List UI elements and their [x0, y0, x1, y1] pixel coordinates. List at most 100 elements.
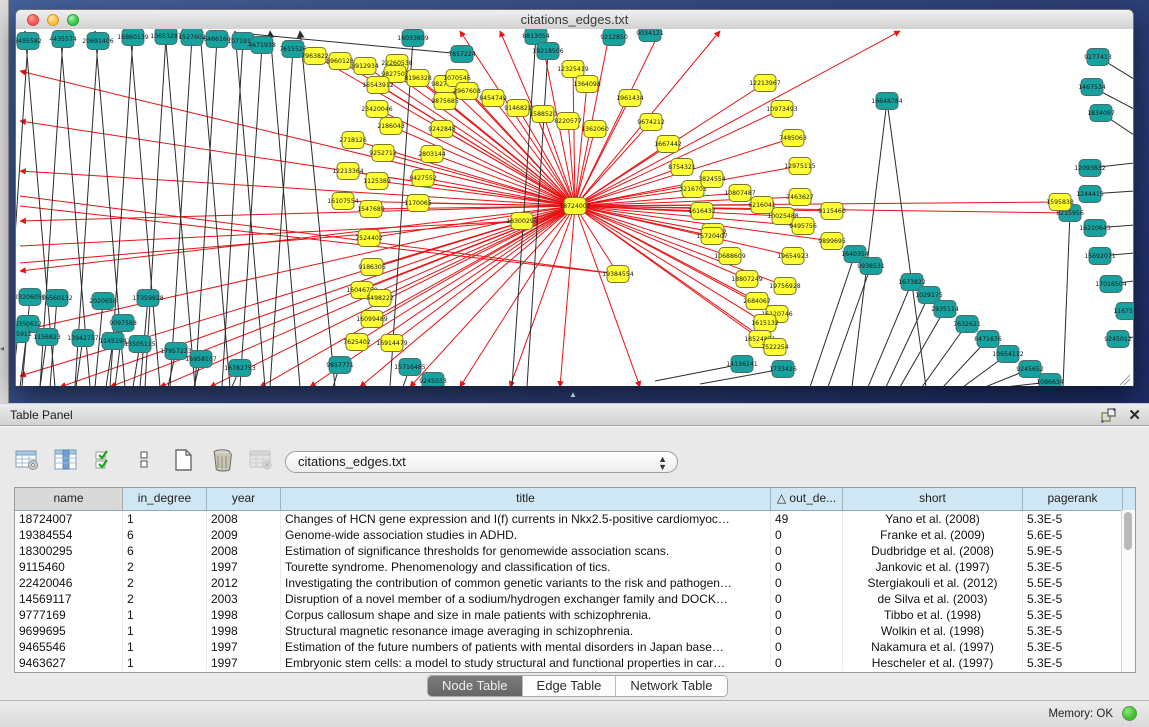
table-cell[interactable]: Structural magnetic resonance image aver…: [281, 623, 771, 639]
tab-edge-table[interactable]: Edge Table: [523, 676, 617, 696]
table-row[interactable]: 1830029562008Estimation of significance …: [15, 543, 1135, 559]
graph-node[interactable]: 9857771: [326, 357, 354, 374]
table-cell[interactable]: 5.3E-5: [1023, 639, 1123, 655]
close-panel-icon[interactable]: ✕: [1128, 406, 1141, 424]
graph-node[interactable]: 9115460: [818, 203, 846, 220]
import-table-icon[interactable]: [248, 447, 274, 473]
float-window-icon[interactable]: [1101, 408, 1117, 423]
graph-node[interactable]: 5498222: [366, 290, 394, 307]
table-row[interactable]: 946554611997Estimation of the future num…: [15, 639, 1135, 655]
graph-node[interactable]: 7485063: [779, 130, 807, 147]
graph-node[interactable]: 14136141: [726, 356, 758, 373]
scrollbar-thumb[interactable]: [1124, 512, 1132, 550]
graph-node[interactable]: 12093832: [1074, 160, 1106, 177]
table-cell[interactable]: 5.3E-5: [1023, 511, 1123, 527]
graph-node[interactable]: 1125389: [363, 173, 391, 190]
table-cell[interactable]: 1: [123, 623, 207, 639]
graph-node[interactable]: 16782753: [224, 360, 256, 377]
table-cell[interactable]: 5.3E-5: [1023, 607, 1123, 623]
graph-node[interactable]: 2186043: [377, 118, 405, 135]
table-cell[interactable]: 5.3E-5: [1023, 655, 1123, 671]
column-header-short[interactable]: short: [843, 488, 1023, 510]
table-cell[interactable]: 1997: [207, 559, 281, 575]
table-cell[interactable]: Disruption of a novel member of a sodium…: [281, 591, 771, 607]
table-cell[interactable]: Stergiakouli et al. (2012): [843, 575, 1023, 591]
graph-node[interactable]: 18807249: [731, 271, 763, 288]
table-cell[interactable]: 5.3E-5: [1023, 591, 1123, 607]
graph-node[interactable]: 2935114: [931, 301, 959, 318]
graph-node[interactable]: 9938531: [857, 258, 885, 275]
table-cell[interactable]: 6: [123, 543, 207, 559]
table-row[interactable]: 969969511998Structural magnetic resonanc…: [15, 623, 1135, 639]
graph-node[interactable]: 8754321: [668, 159, 696, 176]
table-cell[interactable]: 0: [771, 607, 843, 623]
column-header-title[interactable]: title: [281, 488, 771, 510]
table-cell[interactable]: 9115460: [15, 559, 123, 575]
graph-node[interactable]: 1595838: [1046, 194, 1074, 211]
table-cell[interactable]: 5.5E-5: [1023, 575, 1123, 591]
table-cell[interactable]: 1: [123, 655, 207, 671]
tab-node-table[interactable]: Node Table: [428, 676, 523, 696]
table-cell[interactable]: 18724007: [15, 511, 123, 527]
graph-node[interactable]: 19756928: [769, 278, 801, 295]
column-header-name[interactable]: name: [15, 488, 123, 510]
table-row[interactable]: 911546021997Tourette syndrome. Phenomeno…: [15, 559, 1135, 575]
graph-node[interactable]: 9186305: [358, 259, 386, 276]
graph-node[interactable]: 16099489: [356, 311, 388, 328]
graph-node[interactable]: 1167534: [1113, 303, 1133, 320]
graph-node[interactable]: 7625402: [343, 334, 371, 351]
panel-expand-arrow-icon[interactable]: ◂: [0, 344, 4, 353]
column-visibility-icon[interactable]: [53, 447, 79, 473]
table-cell[interactable]: Tibbo et al. (1998): [843, 607, 1023, 623]
graph-node[interactable]: 16958107: [185, 351, 217, 368]
network-window-titlebar[interactable]: citations_edges.txt: [16, 10, 1133, 30]
graph-node[interactable]: 8471676: [974, 331, 1002, 348]
graph-node[interactable]: 1527602: [178, 29, 206, 46]
table-cell[interactable]: Yano et al. (2008): [843, 511, 1023, 527]
graph-node[interactable]: 13505115: [124, 336, 156, 353]
graph-node[interactable]: 9242848: [428, 121, 456, 138]
graph-node[interactable]: 2967608: [453, 83, 481, 100]
table-cell[interactable]: 5.6E-5: [1023, 527, 1123, 543]
citation-graph[interactable]: 8495582443557420691406168601391065328715…: [16, 29, 1133, 386]
column-header-year[interactable]: year: [207, 488, 281, 510]
graph-node[interactable]: 7522254: [761, 339, 789, 356]
column-header-pagerank[interactable]: pagerank: [1023, 488, 1123, 510]
table-cell[interactable]: 5.3E-5: [1023, 623, 1123, 639]
table-cell[interactable]: Nakamura et al. (1997): [843, 639, 1023, 655]
graph-node[interactable]: 16033809: [397, 30, 429, 47]
graph-node[interactable]: 20691406: [82, 33, 114, 50]
table-cell[interactable]: 0: [771, 559, 843, 575]
graph-node[interactable]: 8196328: [404, 70, 432, 87]
graph-node[interactable]: 2020656: [89, 293, 117, 310]
table-scrollbar[interactable]: [1121, 510, 1135, 672]
graph-node[interactable]: 9097588: [109, 315, 137, 332]
graph-node[interactable]: 15720407: [696, 228, 728, 245]
table-cell[interactable]: Changes of HCN gene expression and I(f) …: [281, 511, 771, 527]
table-row[interactable]: 1872400712008Changes of HCN gene express…: [15, 511, 1135, 527]
graph-node[interactable]: 16543912: [362, 77, 394, 94]
graph-node[interactable]: 8454749: [479, 90, 507, 107]
graph-node[interactable]: 1547689: [357, 201, 385, 218]
graph-node[interactable]: 16560132: [41, 290, 73, 307]
selection-mode-icon[interactable]: [92, 447, 118, 473]
graph-node[interactable]: 3824554: [698, 171, 726, 188]
split-pane-divider-arrow-icon[interactable]: ▲: [566, 391, 580, 400]
table-cell[interactable]: 2012: [207, 575, 281, 591]
table-cell[interactable]: 1: [123, 511, 207, 527]
table-cell[interactable]: Embryonic stem cells: a model to study s…: [281, 655, 771, 671]
graph-node[interactable]: 8912934: [351, 58, 379, 75]
table-cell[interactable]: 22420046: [15, 575, 123, 591]
graph-node[interactable]: 9674212: [637, 114, 665, 131]
column-header-in_degree[interactable]: in_degree: [123, 488, 207, 510]
graph-node[interactable]: 12213364: [332, 163, 364, 180]
graph-node[interactable]: 4435574: [49, 31, 77, 48]
table-cell[interactable]: 19384554: [15, 527, 123, 543]
table-cell[interactable]: Jankovic et al. (1997): [843, 559, 1023, 575]
graph-node[interactable]: 12213967: [749, 75, 781, 92]
graph-node[interactable]: 17016504: [1095, 276, 1127, 293]
network-canvas[interactable]: 8495582443557420691406168601391065328715…: [16, 29, 1133, 386]
graph-node[interactable]: 1733426: [769, 361, 797, 378]
table-cell[interactable]: Dudbridge et al. (2008): [843, 543, 1023, 559]
table-cell[interactable]: 0: [771, 543, 843, 559]
